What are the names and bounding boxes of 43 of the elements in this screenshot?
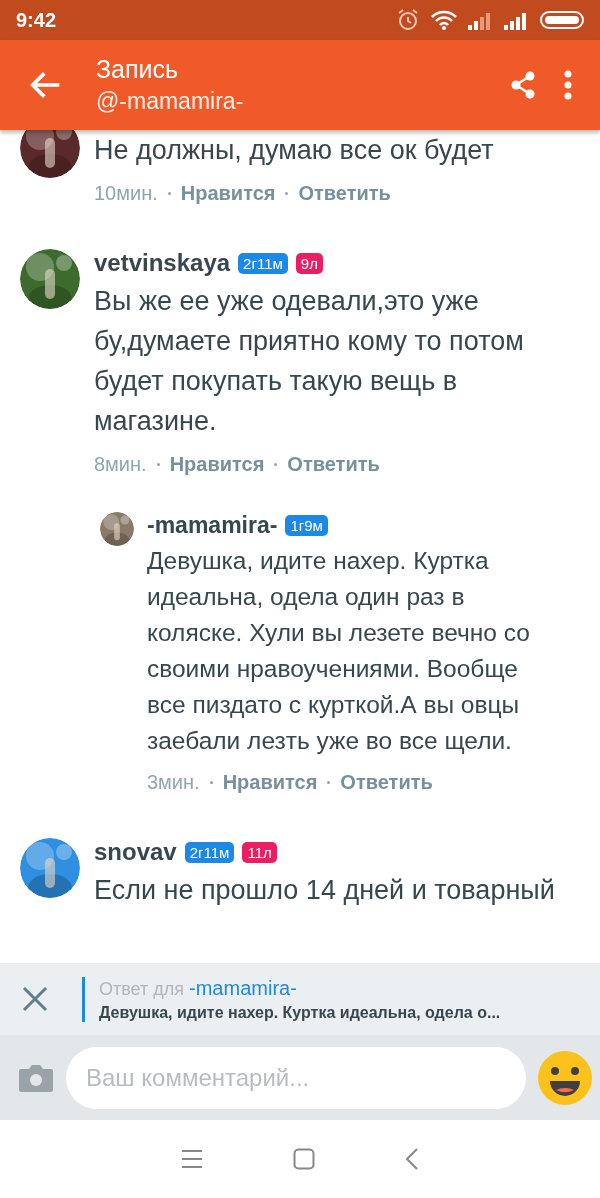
- user-name[interactable]: snovav: [94, 838, 177, 866]
- clock: 9:42: [16, 8, 58, 32]
- comment-text: Если не прошло 14 дней и товарный: [94, 874, 556, 907]
- comment-field[interactable]: Ваш комментарий...: [66, 1046, 526, 1109]
- page-title: Запись: [96, 55, 180, 84]
- like-link[interactable]: Нравится: [222, 771, 318, 794]
- camera-icon[interactable]: [18, 1062, 54, 1093]
- user-name[interactable]: vetvinskaya: [94, 249, 231, 277]
- separator-dot-icon: [274, 463, 278, 466]
- more-icon[interactable]: [564, 70, 572, 100]
- wifi-icon: [430, 9, 458, 31]
- separator-dot-icon: [156, 463, 160, 466]
- home-icon[interactable]: [293, 1148, 315, 1170]
- badge: 1г9м: [285, 515, 328, 536]
- separator-dot-icon: [167, 192, 171, 195]
- comment-time: 8мин.: [94, 453, 147, 476]
- smiley-icon[interactable]: [538, 1050, 592, 1105]
- reply-link[interactable]: Ответить: [298, 182, 391, 205]
- like-link[interactable]: Нравится: [180, 182, 276, 205]
- back-icon[interactable]: [405, 1147, 419, 1171]
- comment-text: Не должны, думаю все ок будет: [94, 134, 495, 167]
- separator-dot-icon: [327, 781, 331, 784]
- reply-link[interactable]: Ответить: [340, 771, 433, 794]
- badge: 2г11м: [238, 252, 288, 274]
- page-subtitle: @-mamamira-: [96, 88, 245, 115]
- badge: 11л: [242, 841, 277, 863]
- badge: 2г11м: [184, 841, 235, 863]
- like-link[interactable]: Нравится: [169, 453, 265, 476]
- share-icon[interactable]: [510, 71, 536, 99]
- separator-dot-icon: [285, 192, 289, 195]
- battery-icon: [540, 10, 584, 30]
- quoted-text: Девушка, идите нахер. Куртка идеальна, одела о...: [99, 1003, 501, 1022]
- comment-time: 3мин.: [147, 771, 200, 794]
- comment-text: Девушка, идите нахер. Куртка идеальна, одела один раз в коляске. Хули вы лезете вечно со своими нравоучениями. Вообще все пиздато с курткой.А вы овцы заебали лезть уже во все щели.: [147, 546, 531, 756]
- reply-target: Ответ для -mamamira-: [99, 976, 298, 1000]
- menu-icon[interactable]: [181, 1149, 203, 1169]
- badge: 9л: [295, 252, 323, 274]
- user-name[interactable]: -mamamira-: [147, 512, 278, 539]
- comment-text: Вы же ее уже одевали,это уже бу,думаете приятно кому то потом будет покупать такую вещь в магазине.: [94, 285, 525, 438]
- separator-dot-icon: [209, 781, 213, 784]
- alarm-icon: [396, 8, 420, 32]
- comment-time: 10мин.: [94, 182, 158, 205]
- reply-link[interactable]: Ответить: [287, 453, 380, 476]
